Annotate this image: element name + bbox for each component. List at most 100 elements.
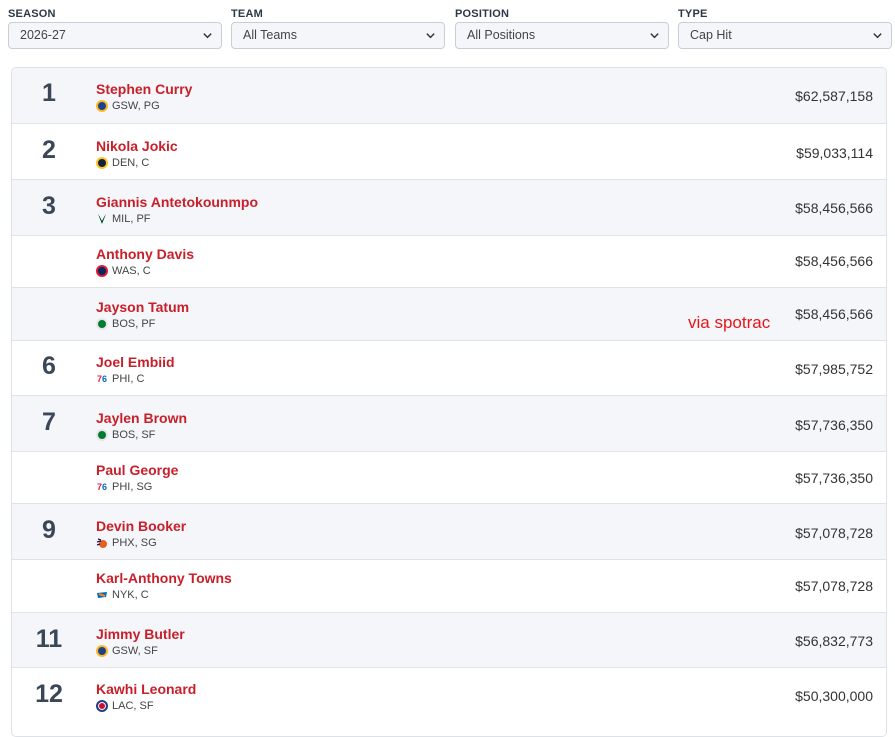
player-name-link[interactable]: Devin Booker (96, 518, 186, 534)
table-row: Paul George 76 PHI, SG $57,736,350 (12, 451, 886, 503)
position-select[interactable]: All Positions (455, 22, 669, 49)
player-name-link[interactable]: Nikola Jokic (96, 138, 178, 154)
position-filter: POSITION All Positions (455, 7, 669, 49)
player-meta: GSW, PG (96, 99, 160, 113)
bucks-logo-icon (98, 214, 106, 224)
team-label: TEAM (231, 8, 263, 20)
player-meta: LAC, SF (96, 699, 154, 713)
team-position: NYK, C (112, 589, 149, 601)
player-name-link[interactable]: Joel Embiid (96, 354, 175, 370)
position-label: POSITION (455, 8, 510, 20)
filter-bar: SEASON 2026-27 TEAM All Teams POSITION A… (0, 0, 895, 56)
table-row: 7 Jaylen Brown BOS, SF $57,736,350 (12, 395, 886, 451)
player-meta: BOS, SF (96, 428, 155, 442)
player-meta: DEN, C (96, 156, 149, 170)
player-name-link[interactable]: Kawhi Leonard (96, 681, 196, 697)
player-name-link[interactable]: Jimmy Butler (96, 626, 185, 642)
team-value: All Teams (243, 28, 297, 42)
rank: 6 (42, 352, 56, 380)
salary: $57,736,350 (795, 417, 873, 433)
rank: 7 (42, 408, 56, 436)
table-row: 2 Nikola Jokic DEN, C $59,033,114 (12, 123, 886, 179)
chevron-down-icon (203, 33, 212, 39)
rank: 2 (42, 136, 56, 164)
season-value: 2026-27 (20, 28, 66, 42)
table-row: 6 Joel Embiid 76 PHI, C $57,985,752 (12, 340, 886, 395)
chevron-down-icon (873, 33, 882, 39)
salary: $50,300,000 (795, 688, 873, 704)
player-name-link[interactable]: Jayson Tatum (96, 299, 189, 315)
team-filter: TEAM All Teams (231, 7, 445, 49)
player-meta: PHX, SG (96, 536, 157, 550)
watermark: via spotrac (688, 313, 771, 332)
rank: 3 (42, 192, 56, 220)
team-select[interactable]: All Teams (231, 22, 445, 49)
type-filter: TYPE Cap Hit (678, 7, 892, 49)
salary: $56,832,773 (795, 633, 873, 649)
table-row: Anthony Davis WAS, C $58,456,566 (12, 235, 886, 287)
table-row: 1 Stephen Curry GSW, PG $62,587,158 (12, 68, 886, 123)
salary: $58,456,566 (795, 306, 873, 322)
76ers-logo-icon: 76 (96, 482, 108, 492)
team-position: PHI, SG (112, 481, 153, 493)
player-meta: NYK, C (96, 588, 149, 602)
player-meta: BOS, PF (96, 317, 155, 331)
season-filter: SEASON 2026-27 (8, 7, 222, 49)
rank: 12 (35, 680, 63, 708)
celtics-logo-icon (96, 429, 108, 441)
team-position: BOS, PF (112, 318, 156, 330)
type-label: TYPE (678, 8, 708, 20)
salary: $58,456,566 (795, 200, 873, 216)
player-name-link[interactable]: Giannis Antetokounmpo (96, 194, 258, 210)
76ers-logo-icon: 76 (96, 374, 108, 384)
player-name-link[interactable]: Stephen Curry (96, 81, 192, 97)
player-meta: 76 PHI, SG (96, 480, 152, 494)
team-position: DEN, C (112, 157, 150, 169)
team-position: GSW, PG (112, 100, 160, 112)
suns-logo-icon (96, 538, 107, 548)
wizards-logo-icon (96, 265, 108, 277)
table-row: 9 Devin Booker PHX, SG $57,078,728 (12, 503, 886, 559)
team-position: PHX, SG (112, 537, 157, 549)
salary: $59,033,114 (796, 145, 873, 161)
clippers-logo-icon (96, 700, 108, 712)
knicks-logo-icon (97, 592, 107, 598)
table-row: Karl-Anthony Towns NYK, C $57,078,728 (12, 559, 886, 612)
table-row: 11 Jimmy Butler GSW, SF $56,832,773 (12, 612, 886, 667)
player-name-link[interactable]: Anthony Davis (96, 246, 194, 262)
player-meta: WAS, C (96, 264, 151, 278)
rank: 9 (42, 516, 56, 544)
rank: 11 (35, 625, 63, 653)
salary-table: 1 Stephen Curry GSW, PG $62,587,158 2 Ni… (11, 67, 887, 737)
chevron-down-icon (650, 33, 659, 39)
team-position: MIL, PF (112, 213, 151, 225)
team-position: BOS, SF (112, 429, 156, 441)
player-name-link[interactable]: Paul George (96, 462, 178, 478)
warriors-logo-icon (96, 645, 108, 657)
team-position: WAS, C (112, 265, 151, 277)
table-row: 3 Giannis Antetokounmpo MIL, PF $58,456,… (12, 179, 886, 235)
salary: $57,985,752 (795, 361, 873, 377)
salary: $57,078,728 (795, 578, 873, 594)
table-row: 12 Kawhi Leonard LAC, SF $50,300,000 (12, 667, 886, 727)
nuggets-logo-icon (96, 157, 108, 169)
rank: 1 (42, 79, 56, 107)
season-label: SEASON (8, 8, 56, 20)
team-position: GSW, SF (112, 645, 158, 657)
team-position: PHI, C (112, 373, 145, 385)
player-name-link[interactable]: Jaylen Brown (96, 410, 187, 426)
salary: $57,078,728 (795, 525, 873, 541)
type-value: Cap Hit (690, 28, 732, 42)
player-name-link[interactable]: Karl-Anthony Towns (96, 570, 232, 586)
salary: $62,587,158 (795, 88, 873, 104)
player-meta: MIL, PF (96, 212, 151, 226)
player-meta: GSW, SF (96, 644, 158, 658)
season-select[interactable]: 2026-27 (8, 22, 222, 49)
player-meta: 76 PHI, C (96, 372, 144, 386)
salary: $58,456,566 (795, 253, 873, 269)
position-value: All Positions (467, 28, 536, 42)
warriors-logo-icon (96, 100, 108, 112)
type-select[interactable]: Cap Hit (678, 22, 892, 49)
chevron-down-icon (426, 33, 435, 39)
salary: $57,736,350 (795, 470, 873, 486)
